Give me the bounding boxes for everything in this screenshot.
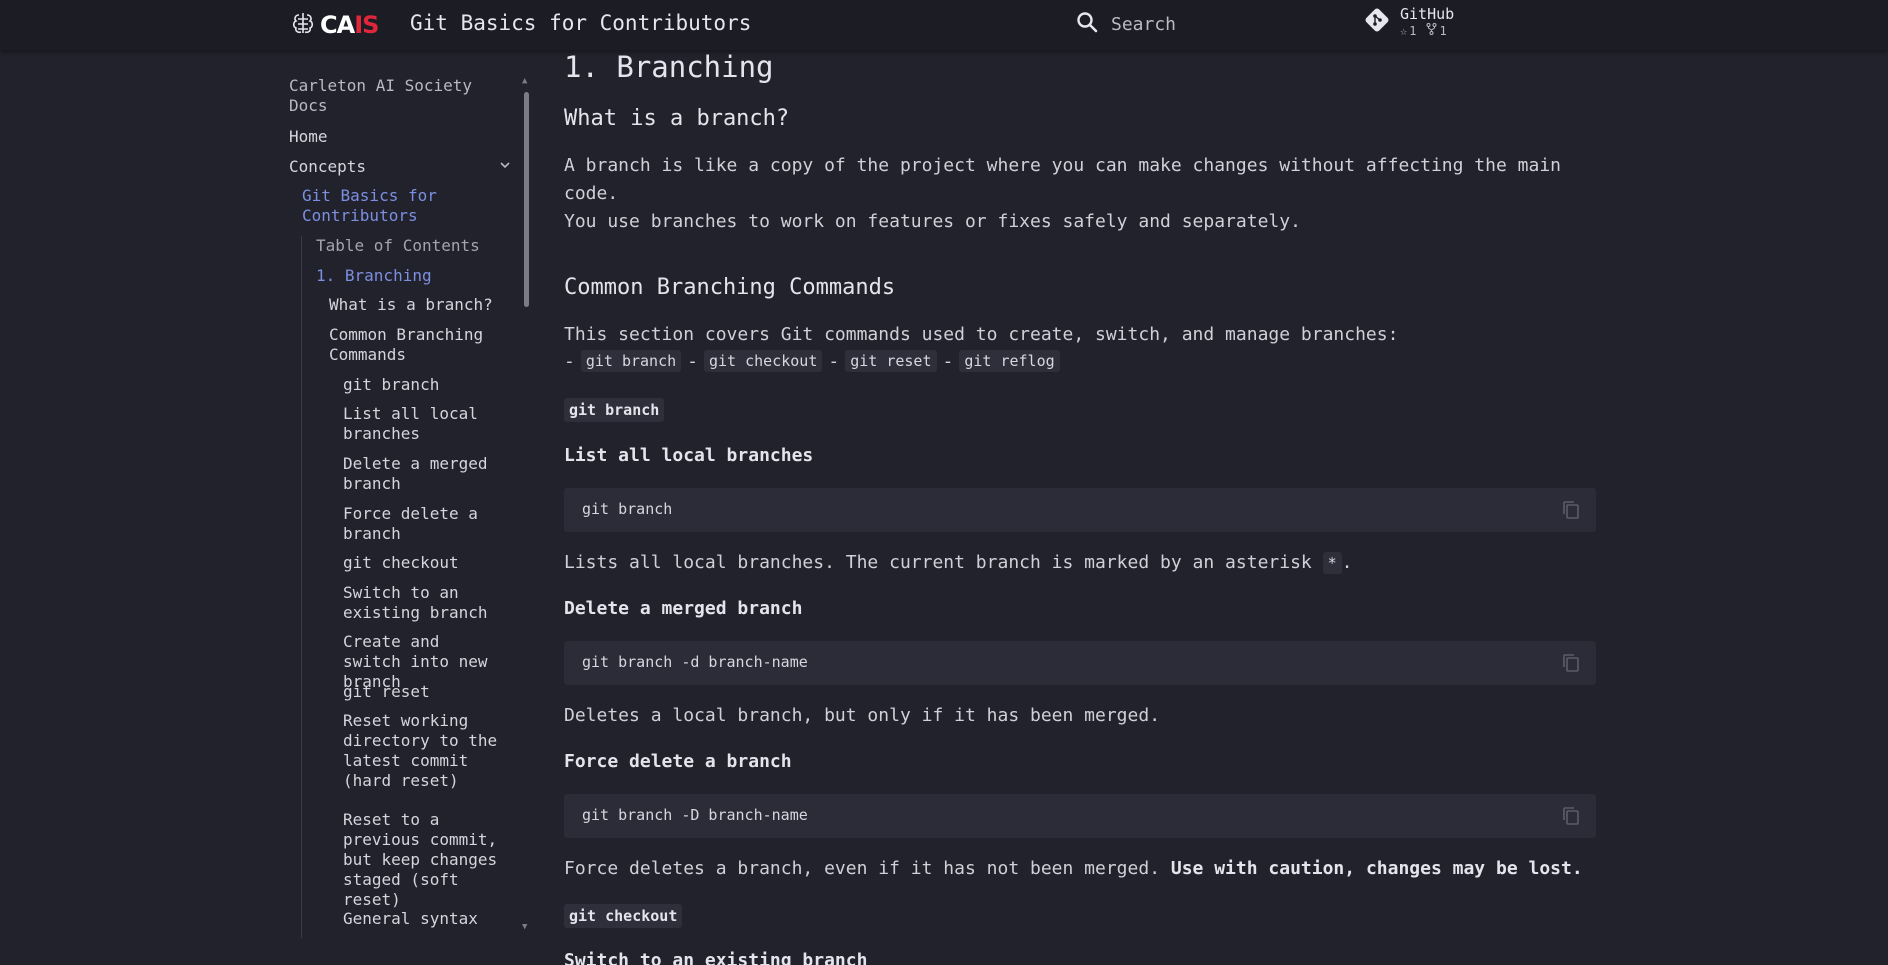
sidebar-item-switch-existing[interactable]: Switch to an existing branch: [343, 583, 493, 623]
paragraph-list: Lists all local branches. The current br…: [564, 552, 1353, 574]
sidebar-item-toc[interactable]: Table of Contents: [316, 236, 496, 256]
sidebar-scrollbar-thumb[interactable]: [524, 92, 529, 307]
code-block: git branch -D branch-name: [564, 794, 1596, 838]
sidebar-item-git-reset[interactable]: git reset: [343, 682, 503, 702]
inline-code: git branch: [580, 350, 682, 372]
sidebar-item-git-basics[interactable]: Git Basics for Contributors: [302, 186, 482, 226]
repo-stars: ☆ 1: [1400, 23, 1417, 38]
scroll-down-arrow-icon[interactable]: ▼: [522, 922, 527, 932]
sidebar-item-concepts[interactable]: Concepts: [289, 157, 489, 177]
scroll-up-arrow-icon[interactable]: ▲: [522, 76, 527, 86]
logo-wordmark: CAIS: [320, 11, 379, 39]
inline-code: *: [1322, 552, 1342, 574]
github-repo-link[interactable]: GitHub ☆ 1 1: [1364, 6, 1454, 38]
heading-list-branches: List all local branches: [564, 445, 814, 466]
sidebar-item-common-commands[interactable]: Common Branching Commands: [329, 325, 499, 365]
sidebar-item-soft-reset[interactable]: Reset to a previous commit, but keep cha…: [343, 810, 503, 910]
repo-name: GitHub: [1400, 5, 1455, 23]
inline-code: git checkout: [704, 350, 823, 372]
copy-icon[interactable]: [1560, 499, 1582, 521]
sidebar-item-home[interactable]: Home: [289, 127, 489, 147]
paragraph-force: Force deletes a branch, even if it has n…: [564, 858, 1583, 879]
sidebar-item-force-delete[interactable]: Force delete a branch: [343, 504, 493, 544]
nav-tree-line: [301, 236, 302, 938]
git-checkout-badge: git checkout: [564, 904, 683, 928]
heading-switch-existing: Switch to an existing branch: [564, 950, 868, 965]
git-icon: [1364, 7, 1390, 37]
inline-code: git reflog: [959, 350, 1060, 372]
page-heading: 1. Branching: [564, 50, 774, 84]
sidebar-nav: Carleton AI Society Docs Home Concepts G…: [280, 68, 530, 938]
search-box[interactable]: Search: [1075, 10, 1176, 38]
paragraph-delete: Deletes a local branch, but only if it h…: [564, 705, 1161, 726]
brain-logo-icon: [290, 10, 316, 40]
sidebar-item-git-checkout[interactable]: git checkout: [343, 553, 503, 573]
sidebar-item-branching[interactable]: 1. Branching: [316, 266, 496, 286]
sidebar-item-delete-merged[interactable]: Delete a merged branch: [343, 454, 493, 494]
copy-icon[interactable]: [1560, 805, 1582, 827]
code-block: git branch -d branch-name: [564, 641, 1596, 685]
repo-forks: 1: [1426, 23, 1447, 38]
sidebar-root-title[interactable]: Carleton AI Society Docs: [289, 76, 489, 116]
sidebar-item-general-syntax[interactable]: General syntax: [343, 909, 503, 929]
code-text: git branch -D branch-name: [582, 806, 808, 824]
sidebar-item-hard-reset[interactable]: Reset working directory to the latest co…: [343, 711, 503, 791]
sidebar-item-what-is-branch[interactable]: What is a branch?: [329, 295, 509, 315]
sidebar-item-git-branch[interactable]: git branch: [343, 375, 503, 395]
star-icon: ☆: [1400, 23, 1408, 38]
heading-force-delete: Force delete a branch: [564, 751, 792, 772]
git-branch-badge: git branch: [564, 398, 665, 422]
top-header: CAIS Git Basics for Contributors Search …: [0, 0, 1888, 50]
fork-icon: [1426, 23, 1437, 38]
heading-delete-merged: Delete a merged branch: [564, 598, 803, 619]
search-icon: [1075, 10, 1099, 38]
command-list: - git branch - git checkout - git reset …: [564, 350, 1060, 372]
search-placeholder: Search: [1111, 13, 1177, 35]
inline-code: git reset: [845, 350, 937, 372]
code-text: git branch -d branch-name: [582, 653, 808, 671]
chevron-down-icon[interactable]: [498, 157, 512, 176]
sidebar-item-list-branches[interactable]: List all local branches: [343, 404, 493, 444]
heading-common-commands: Common Branching Commands: [564, 275, 896, 300]
paragraph-common: This section covers Git commands used to…: [564, 324, 1399, 345]
site-title: Git Basics for Contributors: [410, 11, 752, 35]
paragraph-what-2: You use branches to work on features or …: [564, 211, 1301, 232]
paragraph-what-1: A branch is like a copy of the project w…: [564, 155, 1561, 204]
code-block: git branch: [564, 488, 1596, 532]
heading-what-is-branch: What is a branch?: [564, 106, 790, 131]
copy-icon[interactable]: [1560, 652, 1582, 674]
code-text: git branch: [582, 500, 673, 518]
site-logo[interactable]: CAIS: [290, 10, 379, 40]
